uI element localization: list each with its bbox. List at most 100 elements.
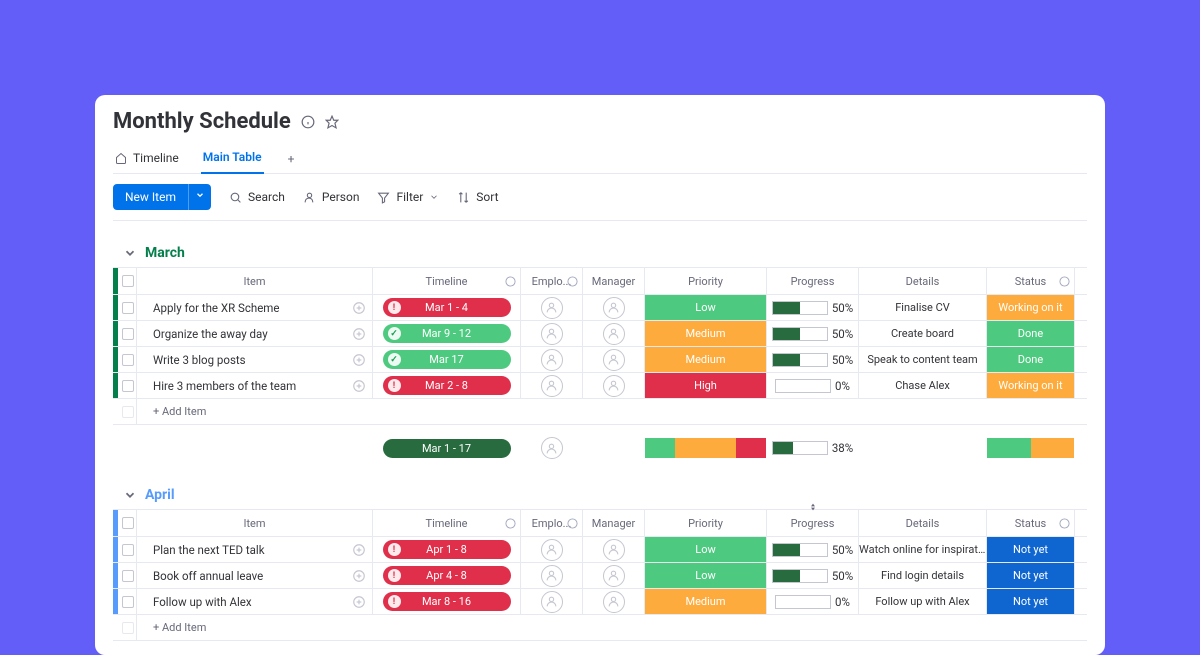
timeline-cell[interactable]: !Mar 1 - 4: [373, 295, 521, 320]
status-cell[interactable]: Not yet: [987, 589, 1075, 614]
progress-cell[interactable]: 50%: [767, 295, 859, 320]
manager-cell[interactable]: [583, 373, 645, 398]
col-manager[interactable]: Manager: [583, 510, 645, 536]
status-cell[interactable]: Done: [987, 347, 1075, 372]
table-row[interactable]: Book off annual leave!Apr 4 - 8Low50%Fin…: [113, 563, 1087, 589]
timeline-cell[interactable]: ✓Mar 9 - 12: [373, 321, 521, 346]
employee-cell[interactable]: [521, 589, 583, 614]
details-cell[interactable]: Watch online for inspiration: [859, 537, 987, 562]
priority-cell[interactable]: Medium: [645, 321, 767, 346]
table-row[interactable]: Organize the away day✓Mar 9 - 12 Medium50…: [113, 321, 1087, 347]
timeline-cell[interactable]: !Mar 8 - 16: [373, 589, 521, 614]
status-cell[interactable]: Working on it: [987, 373, 1075, 398]
row-checkbox[interactable]: [113, 589, 137, 614]
item-cell[interactable]: Organize the away day: [137, 321, 373, 346]
progress-cell[interactable]: 50%: [767, 321, 859, 346]
col-details[interactable]: Details: [859, 268, 987, 294]
new-item-button[interactable]: New Item: [113, 184, 188, 210]
status-cell[interactable]: Working on it: [987, 295, 1075, 320]
sort-button[interactable]: Sort: [457, 190, 498, 204]
col-status[interactable]: Status: [987, 510, 1075, 536]
col-timeline[interactable]: Timeline: [373, 268, 521, 294]
table-row[interactable]: Follow up with Alex!Mar 8 - 16Medium0%Fo…: [113, 589, 1087, 615]
progress-cell[interactable]: 50%: [767, 537, 859, 562]
group-toggle[interactable]: April: [113, 487, 1087, 503]
employee-cell[interactable]: [521, 537, 583, 562]
item-cell[interactable]: Hire 3 members of the team: [137, 373, 373, 398]
timeline-cell[interactable]: !Apr 4 - 8: [373, 563, 521, 588]
tab-main-table[interactable]: Main Table: [201, 144, 264, 174]
search-button[interactable]: Search: [229, 190, 285, 204]
item-cell[interactable]: Write 3 blog posts: [137, 347, 373, 372]
add-item-row[interactable]: + Add Item: [113, 399, 1087, 425]
col-item[interactable]: Item: [137, 268, 373, 294]
manager-cell[interactable]: [583, 347, 645, 372]
group-toggle[interactable]: March: [113, 245, 1087, 261]
priority-cell[interactable]: Low: [645, 537, 767, 562]
table-row[interactable]: Apply for the XR Scheme!Mar 1 - 4Low50%F…: [113, 295, 1087, 321]
select-all[interactable]: [113, 268, 137, 294]
expand-icon[interactable]: [352, 569, 366, 583]
details-cell[interactable]: Create board: [859, 321, 987, 346]
employee-cell[interactable]: [521, 373, 583, 398]
employee-cell[interactable]: [521, 563, 583, 588]
col-progress[interactable]: Progress: [767, 510, 859, 536]
priority-cell[interactable]: High: [645, 373, 767, 398]
timeline-cell[interactable]: ✓Mar 17: [373, 347, 521, 372]
row-checkbox[interactable]: [113, 373, 137, 398]
expand-icon[interactable]: [352, 595, 366, 609]
add-item-row[interactable]: + Add Item: [113, 615, 1087, 641]
item-cell[interactable]: Apply for the XR Scheme: [137, 295, 373, 320]
details-cell[interactable]: Follow up with Alex: [859, 589, 987, 614]
col-status[interactable]: Status: [987, 268, 1075, 294]
employee-cell[interactable]: [521, 347, 583, 372]
item-cell[interactable]: Book off annual leave: [137, 563, 373, 588]
status-cell[interactable]: Not yet: [987, 563, 1075, 588]
tab-timeline[interactable]: Timeline: [113, 145, 181, 173]
manager-cell[interactable]: [583, 295, 645, 320]
new-item-dropdown[interactable]: [188, 184, 211, 210]
row-checkbox[interactable]: [113, 347, 137, 372]
expand-icon[interactable]: [352, 301, 366, 315]
row-checkbox[interactable]: [113, 321, 137, 346]
manager-cell[interactable]: [583, 563, 645, 588]
item-cell[interactable]: Plan the next TED talk: [137, 537, 373, 562]
filter-button[interactable]: Filter: [377, 190, 439, 204]
timeline-cell[interactable]: !Mar 2 - 8: [373, 373, 521, 398]
details-cell[interactable]: Chase Alex: [859, 373, 987, 398]
progress-cell[interactable]: 0%: [767, 373, 859, 398]
table-row[interactable]: Hire 3 members of the team!Mar 2 - 8 High…: [113, 373, 1087, 399]
progress-cell[interactable]: 50%: [767, 563, 859, 588]
priority-cell[interactable]: Medium: [645, 347, 767, 372]
timeline-cell[interactable]: !Apr 1 - 8: [373, 537, 521, 562]
status-cell[interactable]: Done: [987, 321, 1075, 346]
expand-icon[interactable]: [352, 543, 366, 557]
manager-cell[interactable]: [583, 589, 645, 614]
col-item[interactable]: Item: [137, 510, 373, 536]
col-priority[interactable]: Priority: [645, 268, 767, 294]
expand-icon[interactable]: [352, 353, 366, 367]
col-employee[interactable]: Emplo...: [521, 268, 583, 294]
employee-cell[interactable]: [521, 321, 583, 346]
col-details[interactable]: Details: [859, 510, 987, 536]
expand-icon[interactable]: [352, 327, 366, 341]
col-employee[interactable]: Emplo...: [521, 510, 583, 536]
manager-cell[interactable]: [583, 321, 645, 346]
item-cell[interactable]: Follow up with Alex: [137, 589, 373, 614]
details-cell[interactable]: Speak to content team: [859, 347, 987, 372]
col-priority[interactable]: Priority: [645, 510, 767, 536]
manager-cell[interactable]: [583, 537, 645, 562]
table-row[interactable]: Write 3 blog posts✓Mar 17Medium50%Speak …: [113, 347, 1087, 373]
progress-cell[interactable]: 0%: [767, 589, 859, 614]
person-button[interactable]: Person: [303, 190, 360, 204]
details-cell[interactable]: Finalise CV: [859, 295, 987, 320]
priority-cell[interactable]: Medium: [645, 589, 767, 614]
star-icon[interactable]: [325, 115, 339, 129]
employee-cell[interactable]: [521, 295, 583, 320]
row-checkbox[interactable]: [113, 563, 137, 588]
table-row[interactable]: Plan the next TED talk!Apr 1 - 8 Low50%Wa…: [113, 537, 1087, 563]
info-icon[interactable]: [301, 115, 315, 129]
col-manager[interactable]: Manager: [583, 268, 645, 294]
col-timeline[interactable]: Timeline: [373, 510, 521, 536]
add-view-button[interactable]: +: [284, 146, 299, 172]
